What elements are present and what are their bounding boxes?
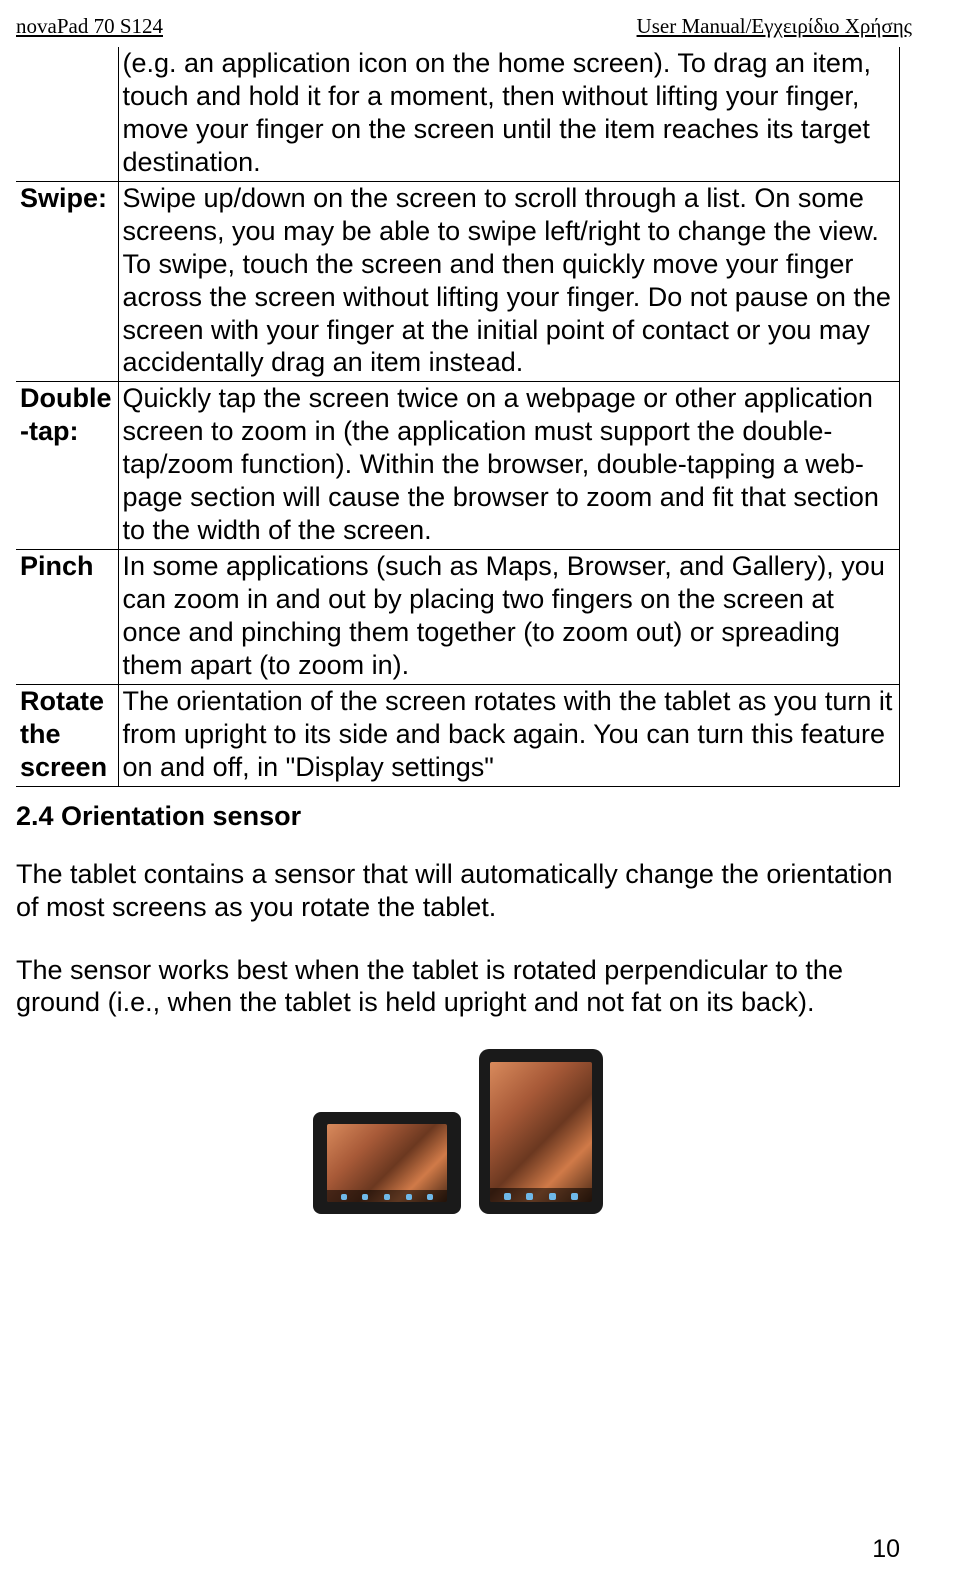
gestures-table: (e.g. an application icon on the home sc… — [16, 47, 900, 787]
page-number: 10 — [872, 1535, 900, 1564]
gesture-desc: Swipe up/down on the screen to scroll th… — [118, 181, 900, 382]
gesture-desc: In some applications (such as Maps, Brow… — [118, 550, 900, 685]
gesture-desc: The orientation of the screen rotates wi… — [118, 684, 900, 786]
table-row: Rotatethescreen The orientation of the s… — [16, 684, 900, 786]
table-row: Swipe: Swipe up/down on the screen to sc… — [16, 181, 900, 382]
paragraph: The tablet contains a sensor that will a… — [16, 858, 900, 924]
tablet-portrait-icon — [479, 1049, 603, 1214]
paragraph: The sensor works best when the tablet is… — [16, 954, 900, 1020]
gesture-label — [16, 47, 118, 181]
gesture-label: Swipe: — [16, 181, 118, 382]
header-right: User Manual/Εγχειρίδιο Χρήσης — [637, 14, 912, 39]
header-left: novaPad 70 S124 — [16, 14, 163, 39]
tablet-figure — [16, 1049, 900, 1214]
tablet-landscape-icon — [313, 1112, 461, 1214]
page-header: novaPad 70 S124 User Manual/Εγχειρίδιο Χ… — [0, 0, 960, 39]
table-row: (e.g. an application icon on the home sc… — [16, 47, 900, 181]
gesture-label: Double-tap: — [16, 382, 118, 550]
gesture-label: Rotatethescreen — [16, 684, 118, 786]
section-heading: 2.4 Orientation sensor — [16, 801, 900, 832]
gesture-desc: (e.g. an application icon on the home sc… — [118, 47, 900, 181]
page-content: (e.g. an application icon on the home sc… — [0, 39, 960, 1214]
gesture-desc: Quickly tap the screen twice on a webpag… — [118, 382, 900, 550]
table-row: Double-tap: Quickly tap the screen twice… — [16, 382, 900, 550]
table-row: Pinch In some applications (such as Maps… — [16, 550, 900, 685]
gesture-label: Pinch — [16, 550, 118, 685]
